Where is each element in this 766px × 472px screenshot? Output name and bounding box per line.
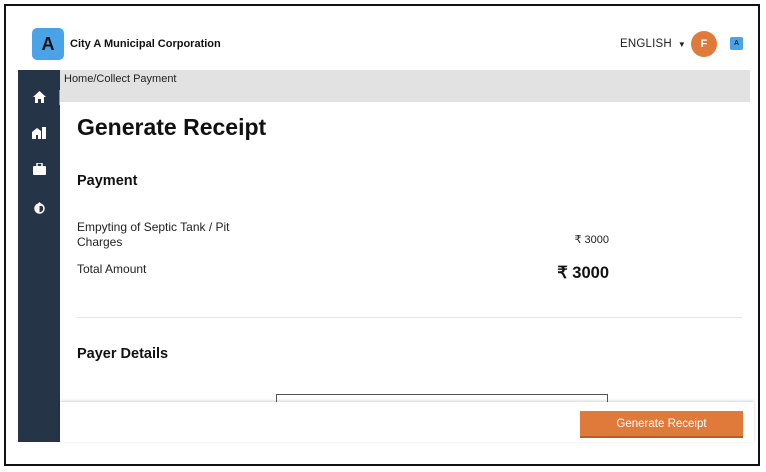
city-logo: A [32, 28, 64, 60]
sidebar-item-home[interactable] [18, 82, 62, 112]
drop-icon [33, 200, 45, 214]
generate-receipt-button[interactable]: Generate Receipt [580, 411, 743, 438]
payer-input-field[interactable] [276, 394, 608, 402]
app-badge-icon[interactable]: A [730, 37, 743, 50]
main-content: Home/Collect Payment Generate Receipt Pa… [60, 70, 750, 402]
sidebar-item-utilities[interactable] [18, 192, 60, 222]
building-icon [32, 127, 46, 139]
language-label: ENGLISH [620, 38, 672, 50]
sidebar [18, 70, 62, 442]
page-title: Generate Receipt [77, 114, 267, 140]
breadcrumb-bar: Home/Collect Payment [60, 70, 750, 102]
caret-down-icon: ▼ [677, 39, 687, 49]
payment-section-title: Payment [77, 173, 138, 189]
fee-label: Empyting of Septic Tank / Pit Charges [77, 220, 230, 249]
breadcrumb[interactable]: Home/Collect Payment [64, 73, 177, 85]
user-avatar[interactable]: F [691, 31, 717, 57]
sidebar-item-services[interactable] [18, 154, 60, 184]
language-selector[interactable]: ENGLISH ▼ [620, 38, 686, 50]
payer-details-title: Payer Details [77, 346, 169, 362]
section-divider [77, 317, 742, 318]
total-amount-label: Total Amount [77, 262, 147, 276]
total-amount-value: ₹ 3000 [557, 264, 609, 282]
fee-amount: ₹ 3000 [574, 234, 609, 246]
home-icon [32, 91, 46, 103]
briefcase-icon [32, 163, 46, 175]
top-header: A City A Municipal Corporation ENGLISH ▼… [18, 18, 754, 76]
city-name: City A Municipal Corporation [70, 38, 221, 50]
sidebar-item-properties[interactable] [18, 118, 60, 148]
